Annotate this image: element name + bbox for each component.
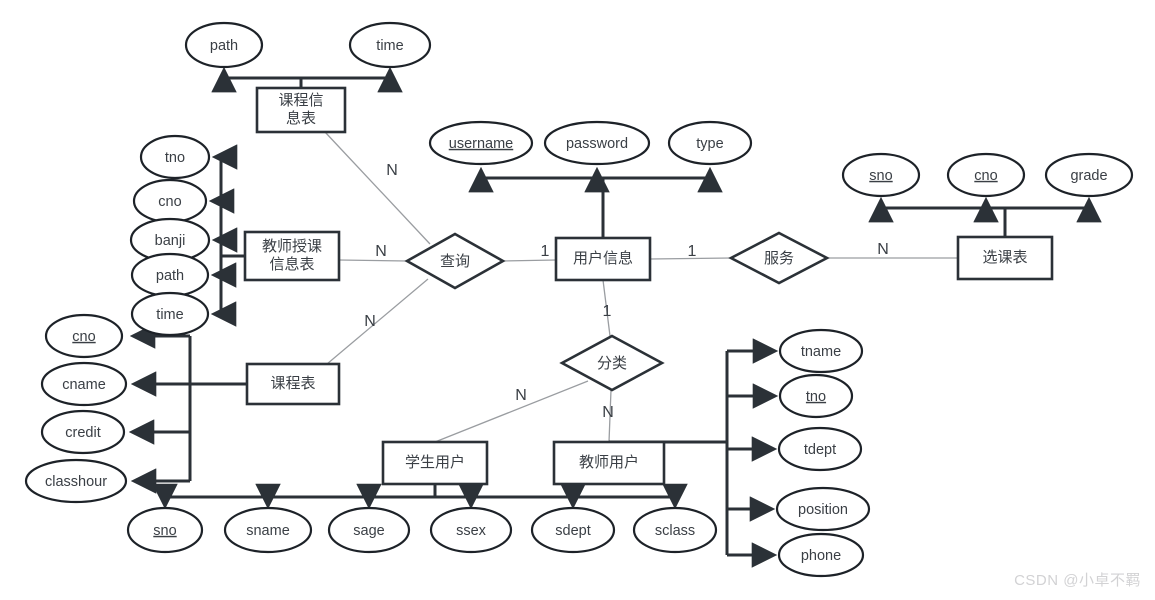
attribute-ti_tno[interactable]: tno xyxy=(139,134,211,180)
attribute-cs_sno[interactable]: sno xyxy=(841,152,921,198)
attribute-label: classhour xyxy=(45,474,107,490)
card-courseinfo-query: N xyxy=(386,162,398,179)
attribute-su_sno[interactable]: sno xyxy=(126,506,204,554)
attribute-ct_credit[interactable]: credit xyxy=(40,409,126,455)
watermark: CSDN @小卓不羁 xyxy=(1014,572,1141,589)
entity-label: 教师用户 xyxy=(579,454,639,471)
attribute-ct_cno[interactable]: cno xyxy=(44,313,124,359)
entity-course_select[interactable]: 选课表 xyxy=(956,235,1054,281)
attribute-label: sno xyxy=(869,168,892,184)
attribute-su_ssex[interactable]: ssex xyxy=(429,506,513,554)
relationship-service[interactable]: 服务 xyxy=(728,231,830,285)
relationship-query[interactable]: 查询 xyxy=(404,232,506,290)
attribute-label: cno xyxy=(158,194,181,210)
attribute-ti_path[interactable]: path xyxy=(130,252,210,298)
attribute-label: time xyxy=(376,38,403,54)
attribute-label: sage xyxy=(353,523,384,539)
attribute-label: sdept xyxy=(555,523,590,539)
card-classify-student: N xyxy=(515,387,527,404)
attribute-tu_position[interactable]: position xyxy=(775,486,871,532)
attribute-label: cno xyxy=(72,329,95,345)
attribute-tu_tname[interactable]: tname xyxy=(778,328,864,374)
link-teachinfo-query xyxy=(338,259,408,262)
attribute-label: sname xyxy=(246,523,290,539)
attribute-label: ssex xyxy=(456,523,487,539)
entity-label: 用户信息 xyxy=(573,250,633,267)
card-query-user: 1 xyxy=(541,243,550,260)
attribute-label: sno xyxy=(153,523,176,539)
attribute-label: type xyxy=(696,136,723,152)
attribute-label: path xyxy=(156,268,184,284)
attribute-label: phone xyxy=(801,548,841,564)
attribute-ct_cname[interactable]: cname xyxy=(40,361,128,407)
attribute-label: grade xyxy=(1070,168,1107,184)
attribute-su_sclass[interactable]: sclass xyxy=(632,506,718,554)
link-coursetable-query xyxy=(326,278,429,365)
entity-course_info[interactable]: 课程信息表 xyxy=(255,86,347,134)
attribute-ct_classhour[interactable]: classhour xyxy=(24,458,128,504)
link-courseinfo-path xyxy=(224,76,303,88)
attribute-label: cno xyxy=(974,168,997,184)
card-service-select: N xyxy=(877,241,889,258)
relationship-label: 查询 xyxy=(440,253,470,270)
entity-label: 学生用户 xyxy=(405,454,465,471)
attribute-label: tname xyxy=(801,344,841,360)
entity-teach_info[interactable]: 教师授课信息表 xyxy=(243,230,341,282)
entity-user_info[interactable]: 用户信息 xyxy=(554,236,652,282)
attribute-label: cname xyxy=(62,377,106,393)
attribute-cs_cno[interactable]: cno xyxy=(946,152,1026,198)
attribute-label: time xyxy=(156,307,183,323)
attribute-ui_type[interactable]: type xyxy=(667,120,753,166)
card-coursetable-query: N xyxy=(364,313,376,330)
entity-label: 课程表 xyxy=(270,375,315,392)
link-courseinfo-query xyxy=(324,131,431,245)
attribute-ci_path[interactable]: path xyxy=(184,21,264,69)
attributes-layer: path time tno cno banji path time cno cname credi… xyxy=(24,21,1134,578)
card-user-service: 1 xyxy=(688,243,697,260)
attribute-su_sdept[interactable]: sdept xyxy=(530,506,616,554)
attribute-su_sage[interactable]: sage xyxy=(327,506,411,554)
attribute-cs_grade[interactable]: grade xyxy=(1044,152,1134,198)
attribute-su_sname[interactable]: sname xyxy=(223,506,313,554)
attribute-tu_tno[interactable]: tno xyxy=(778,373,854,419)
attribute-ti_cno[interactable]: cno xyxy=(132,178,208,224)
attribute-ui_username[interactable]: username xyxy=(428,120,534,166)
attribute-label: tno xyxy=(806,389,826,405)
link-classify-student xyxy=(434,380,589,443)
attribute-tu_phone[interactable]: phone xyxy=(777,532,865,578)
entity-teacher_user[interactable]: 教师用户 xyxy=(552,440,666,486)
card-teachinfo-query: N xyxy=(375,243,387,260)
entity-label: 选课表 xyxy=(982,249,1027,266)
attribute-ci_time[interactable]: time xyxy=(348,21,432,69)
attribute-label: password xyxy=(566,136,628,152)
attribute-label: position xyxy=(798,502,848,518)
attribute-label: path xyxy=(210,38,238,54)
attribute-label: username xyxy=(449,136,513,152)
relationship-label: 服务 xyxy=(764,250,794,267)
er-diagram-svg: path time tno cno banji path time cno cname credi… xyxy=(24,21,1134,578)
attribute-label: banji xyxy=(155,233,186,249)
attribute-label: tdept xyxy=(804,442,836,458)
relationship-label: 分类 xyxy=(597,355,627,372)
links-student-user xyxy=(152,483,688,510)
attribute-ui_password[interactable]: password xyxy=(543,120,651,166)
attribute-tu_tdept[interactable]: tdept xyxy=(777,426,863,472)
attribute-ti_time[interactable]: time xyxy=(130,291,210,337)
entity-student_user[interactable]: 学生用户 xyxy=(381,440,489,486)
relationship-classify[interactable]: 分类 xyxy=(559,334,665,392)
card-user-classify: 1 xyxy=(603,303,612,320)
attribute-label: sclass xyxy=(655,523,695,539)
er-diagram-canvas: path time tno cno banji path time cno cname credi… xyxy=(0,0,1155,600)
entity-label: 教师授课信息表 xyxy=(262,238,322,273)
attribute-label: credit xyxy=(65,425,100,441)
attribute-label: tno xyxy=(165,150,185,166)
card-classify-teacher: N xyxy=(602,404,614,421)
entity-course_table[interactable]: 课程表 xyxy=(245,362,341,406)
